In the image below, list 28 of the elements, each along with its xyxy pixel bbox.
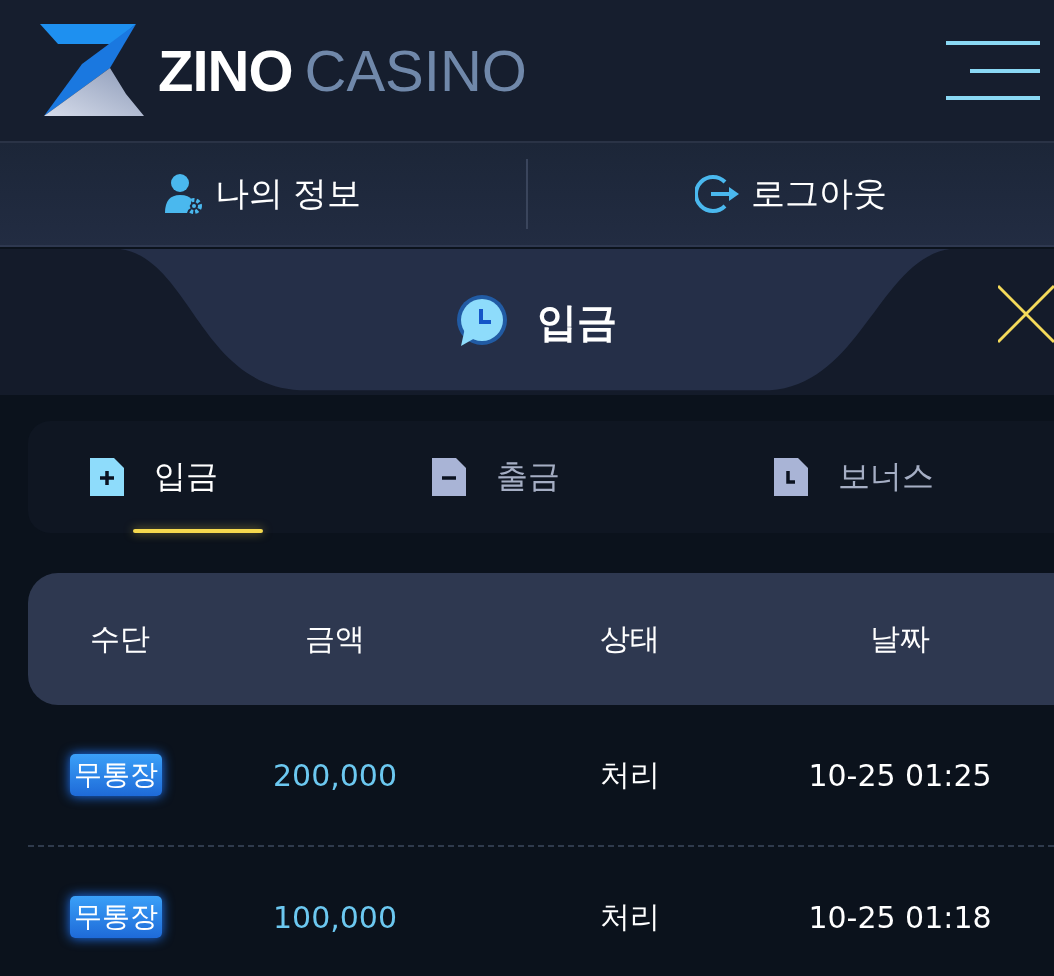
nav-button[interactable]: 로그아웃 [528,143,1054,245]
panel-title: 입금 [537,297,617,347]
logout-icon [695,174,739,214]
menu-icon [946,40,1040,101]
logo-text: CASINO [304,37,527,104]
date-cell-text: 10-25 01:25 [807,757,993,793]
column-header: 상태 [599,619,661,658]
user-gear-icon [164,173,203,215]
column-header: 수단 [89,619,151,658]
column-header: 날짜 [869,619,931,658]
column-header: 금액 [304,619,366,658]
menu-button[interactable] [946,40,1040,101]
status-cell-text: 처리 [599,897,661,936]
logo-icon [40,23,144,118]
document-clock-icon [772,458,808,496]
amount-cell-text: 200,000 [271,757,399,793]
amount-cell-text: 100,000 [271,899,399,935]
method-badge: 무통장 [70,896,162,938]
status-cell-text: 처리 [599,755,661,794]
nav-button[interactable]: 나의 정보 [0,143,526,245]
logo-text: ZINO [158,37,293,104]
tab[interactable]: 입금 [28,421,370,533]
document-plus-icon [88,458,124,496]
tab[interactable]: 보너스 [712,421,1054,533]
document-minus-icon [430,458,466,496]
method-badge: 무통장 [70,754,162,796]
date-cell-text: 10-25 01:18 [807,899,993,935]
tab[interactable]: 출금 [370,421,712,533]
